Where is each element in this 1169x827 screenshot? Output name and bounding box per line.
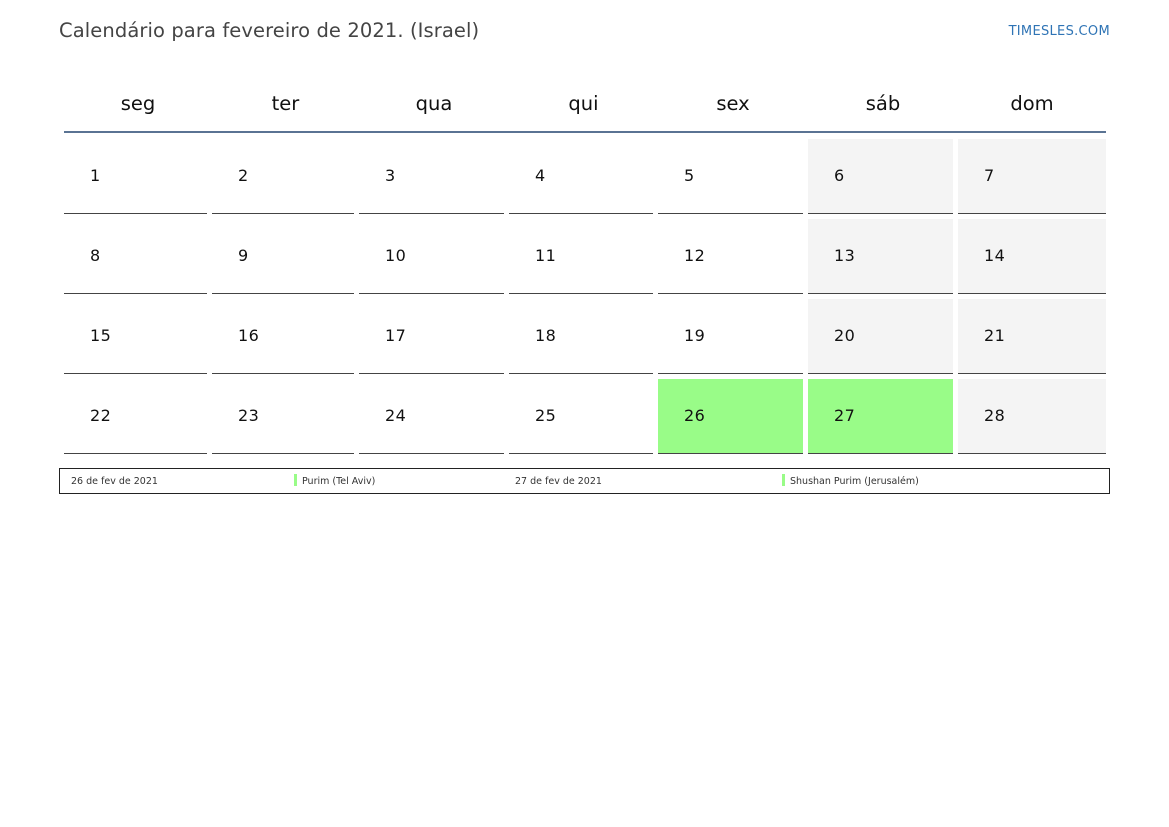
day-number: 11: [535, 246, 557, 265]
day-number: 14: [984, 246, 1006, 265]
day-number: 25: [535, 406, 557, 425]
page-title: Calendário para fevereiro de 2021. (Isra…: [59, 19, 480, 42]
day-number: 10: [385, 246, 407, 265]
day-cell: 14: [958, 219, 1106, 294]
weekday-wednesday: qua: [415, 91, 453, 115]
day-number: 1: [90, 166, 101, 185]
day-number: 3: [385, 166, 396, 185]
day-number: 4: [535, 166, 546, 185]
day-cell: 18: [509, 299, 653, 374]
week-row: 22 23 24 25 26 27 28: [64, 379, 1106, 454]
day-cell: 10: [359, 219, 504, 294]
weekday-saturday: sáb: [865, 91, 901, 115]
week-row: 8 9 10 11 12 13 14: [64, 219, 1106, 294]
day-cell: 28: [958, 379, 1106, 454]
day-number: 6: [834, 166, 845, 185]
day-cell: 3: [359, 139, 504, 214]
day-number: 17: [385, 326, 407, 345]
day-cell: 23: [212, 379, 354, 454]
day-cell: 6: [808, 139, 953, 214]
day-number: 15: [90, 326, 112, 345]
day-cell: 19: [658, 299, 803, 374]
weeks-container: 1 2 3 4 5 6 7 8 9 10 11 12 13 14 15 16 17 18 19 20 21 22 23 24 2…: [64, 139, 1106, 454]
day-cell: 15: [64, 299, 207, 374]
day-cell: 24: [359, 379, 504, 454]
day-cell: 5: [658, 139, 803, 214]
legend-holiday-name: Shushan Purim (Jerusalém): [790, 476, 919, 487]
day-cell: 7: [958, 139, 1106, 214]
day-number: 13: [834, 246, 856, 265]
day-number: 12: [684, 246, 706, 265]
day-number: 7: [984, 166, 995, 185]
legend-holiday-name: Purim (Tel Aviv): [302, 476, 376, 487]
day-cell: 4: [509, 139, 653, 214]
calendar-grid: seg ter qua qui sex sáb dom 1 2 3 4 5 6 7 8 9 10 1…: [64, 76, 1106, 454]
day-cell: 13: [808, 219, 953, 294]
day-cell: 22: [64, 379, 207, 454]
day-cell: 20: [808, 299, 953, 374]
day-cell: 1: [64, 139, 207, 214]
day-number: 16: [238, 326, 260, 345]
day-cell: 2: [212, 139, 354, 214]
day-cell-holiday: 27: [808, 379, 953, 454]
weekday-friday: sex: [716, 91, 750, 115]
day-cell: 21: [958, 299, 1106, 374]
day-cell: 8: [64, 219, 207, 294]
day-number: 27: [834, 406, 856, 425]
day-number: 2: [238, 166, 249, 185]
day-number: 18: [535, 326, 557, 345]
weekday-header-row: seg ter qua qui sex sáb dom: [64, 76, 1106, 130]
day-cell: 17: [359, 299, 504, 374]
day-number: 19: [684, 326, 706, 345]
header-divider: [64, 131, 1106, 133]
day-number: 22: [90, 406, 112, 425]
day-cell-holiday: 26: [658, 379, 803, 454]
day-number: 23: [238, 406, 260, 425]
weekday-thursday: qui: [568, 91, 599, 115]
site-link[interactable]: TIMESLES.COM: [1009, 24, 1110, 39]
legend-date: 27 de fev de 2021: [515, 476, 602, 487]
day-cell: 9: [212, 219, 354, 294]
day-number: 8: [90, 246, 101, 265]
day-number: 26: [684, 406, 706, 425]
day-cell: 25: [509, 379, 653, 454]
day-number: 9: [238, 246, 249, 265]
day-cell: 11: [509, 219, 653, 294]
day-number: 5: [684, 166, 695, 185]
week-row: 1 2 3 4 5 6 7: [64, 139, 1106, 214]
day-number: 20: [834, 326, 856, 345]
day-cell: 16: [212, 299, 354, 374]
week-row: 15 16 17 18 19 20 21: [64, 299, 1106, 374]
legend-date: 26 de fev de 2021: [71, 476, 158, 487]
weekday-tuesday: ter: [271, 91, 300, 115]
holiday-legend: 26 de fev de 2021 Purim (Tel Aviv) 27 de…: [59, 468, 1110, 494]
day-number: 24: [385, 406, 407, 425]
day-number: 21: [984, 326, 1006, 345]
weekday-sunday: dom: [1010, 91, 1054, 115]
day-number: 28: [984, 406, 1006, 425]
day-cell: 12: [658, 219, 803, 294]
weekday-monday: seg: [120, 91, 156, 115]
